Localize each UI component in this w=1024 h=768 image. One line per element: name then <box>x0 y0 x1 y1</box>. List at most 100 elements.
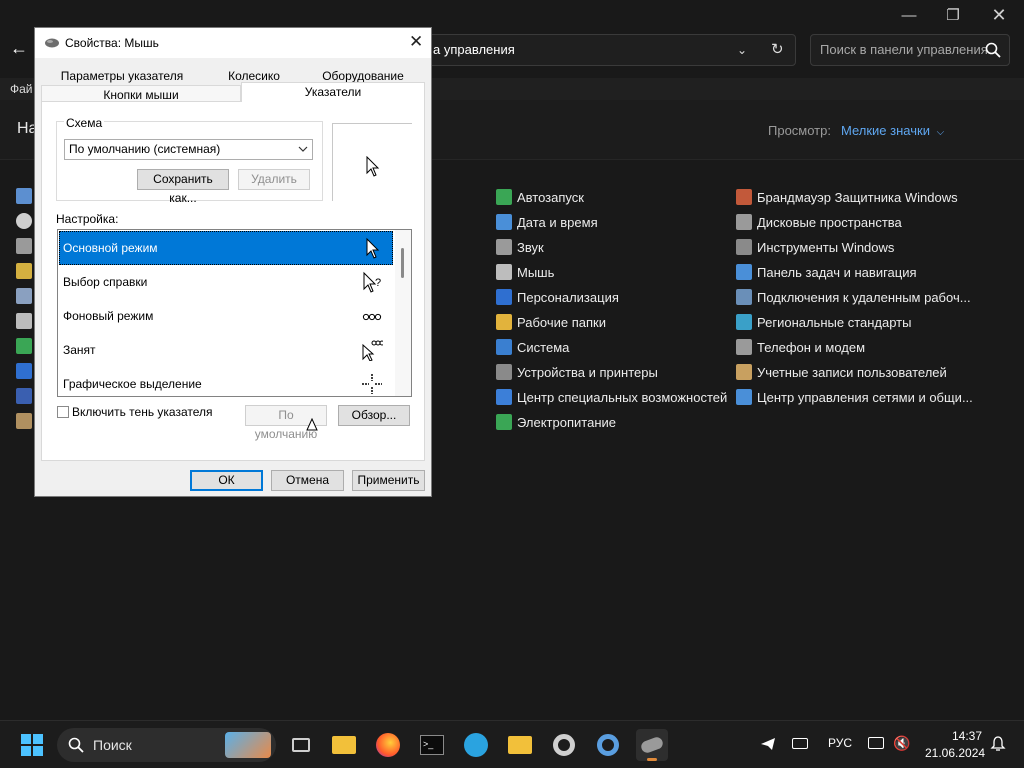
control-panel-item-label: Учетные записи пользователей <box>757 364 947 380</box>
cursor-list-item[interactable]: Основной режим <box>59 231 393 265</box>
close-window-button[interactable]: ✕ <box>976 0 1022 30</box>
cursor-list-item[interactable]: Занят <box>59 333 393 367</box>
telegram-tray-icon[interactable] <box>760 737 776 751</box>
left-item-icon[interactable] <box>16 263 32 279</box>
control-panel-item[interactable]: Панель задач и навигация <box>736 262 917 282</box>
control-panel-item[interactable]: Электропитание <box>496 412 616 432</box>
telegram-icon[interactable] <box>460 729 492 761</box>
apply-button[interactable]: Применить <box>352 470 425 491</box>
scheme-value: По умолчанию (системная) <box>69 142 221 156</box>
cursor-list-item[interactable]: Выбор справки? <box>59 265 393 299</box>
control-panel-item[interactable]: Учетные записи пользователей <box>736 362 947 382</box>
clock-icon <box>496 214 512 230</box>
control-panel-item[interactable]: Центр управления сетями и общи... <box>736 387 973 407</box>
tab-pointers[interactable]: Указатели <box>241 82 425 102</box>
control-panel-item[interactable]: Автозапуск <box>496 187 584 207</box>
control-panel-item[interactable]: Региональные стандарты <box>736 312 911 332</box>
scrollbar-thumb[interactable] <box>401 248 404 278</box>
windows-start-icon[interactable] <box>21 734 43 756</box>
control-panel-item[interactable]: Устройства и принтеры <box>496 362 658 382</box>
volume-muted-icon[interactable]: 🔇 <box>893 735 910 752</box>
cursor-list-item-label: Выбор справки <box>63 275 148 289</box>
close-icon[interactable]: ✕ <box>409 32 423 52</box>
back-arrow-icon[interactable]: ← <box>10 38 28 59</box>
clock-time[interactable]: 14:37 <box>952 729 982 743</box>
control-panel-item[interactable]: Дисковые пространства <box>736 212 902 232</box>
left-item-icon[interactable] <box>16 313 32 329</box>
scheme-dropdown[interactable]: По умолчанию (системная) <box>64 139 313 160</box>
taskbar: Поиск >_ РУС 🔇 14:37 21.06.2024 <box>0 720 1024 768</box>
control-panel-item[interactable]: Центр специальных возможностей <box>496 387 727 407</box>
shadow-checkbox[interactable] <box>57 406 69 418</box>
control-panel-item-label: Панель задач и навигация <box>757 264 917 280</box>
language-indicator[interactable]: РУС <box>828 736 852 750</box>
taskbar-search[interactable]: Поиск <box>57 728 276 762</box>
file-explorer-icon[interactable] <box>328 729 360 761</box>
mouse-icon <box>496 264 512 280</box>
network-icon <box>736 389 752 405</box>
left-item-icon[interactable] <box>16 213 32 229</box>
notification-bell-icon[interactable] <box>990 736 1006 752</box>
resize-cursor-icon <box>306 418 318 431</box>
save-as-button[interactable]: Сохранить как... <box>137 169 229 205</box>
control-panel-item[interactable]: Брандмауэр Защитника Windows <box>736 187 958 207</box>
mouse-settings-taskbar-icon[interactable] <box>636 729 668 761</box>
search-input[interactable]: Поиск в панели управления <box>810 34 1010 66</box>
terminal-icon[interactable]: >_ <box>416 729 448 761</box>
control-panel-item-label: Дата и время <box>517 214 598 230</box>
network-icon[interactable] <box>868 737 884 749</box>
tab-pointer-options[interactable]: Параметры указателя <box>47 67 197 85</box>
arrow-cursor-icon <box>366 156 380 177</box>
chevron-down-icon[interactable]: ⌄ <box>737 35 747 65</box>
refresh-icon[interactable]: ↻ <box>771 35 784 65</box>
shadow-checkbox-label: Включить тень указателя <box>72 405 213 419</box>
minimize-button[interactable]: — <box>886 0 932 30</box>
search-highlight-icon <box>225 732 271 758</box>
personalization-icon <box>496 289 512 305</box>
settings-gear-icon[interactable] <box>548 729 580 761</box>
left-item-icon[interactable] <box>16 388 32 404</box>
mouse-properties-dialog: Свойства: Мышь ✕ Параметры указателя Кол… <box>34 27 432 497</box>
left-item-icon[interactable] <box>16 363 32 379</box>
clock-date[interactable]: 21.06.2024 <box>925 746 985 760</box>
ok-button[interactable]: ОК <box>190 470 263 491</box>
chevron-down-icon: ⌵ <box>936 127 945 138</box>
remote-desktop-icon <box>736 289 752 305</box>
control-panel-item[interactable]: Рабочие папки <box>496 312 606 332</box>
control-panel-item[interactable]: Инструменты Windows <box>736 237 894 257</box>
left-item-icon[interactable] <box>16 338 32 354</box>
search-icon[interactable] <box>985 42 1001 58</box>
browse-button[interactable]: Обзор... <box>338 405 410 426</box>
left-item-icon[interactable] <box>16 413 32 429</box>
keyboard-icon[interactable] <box>792 738 808 749</box>
control-panel-item-label: Мышь <box>517 264 555 280</box>
left-item-icon[interactable] <box>16 288 32 304</box>
delete-button[interactable]: Удалить <box>238 169 310 190</box>
control-panel-item[interactable]: Телефон и модем <box>736 337 865 357</box>
control-panel-item[interactable]: Подключения к удаленным рабоч... <box>736 287 971 307</box>
cursor-list-item[interactable]: Фоновый режим <box>59 299 393 333</box>
cancel-button[interactable]: Отмена <box>271 470 344 491</box>
maximize-button[interactable]: ❐ <box>930 0 976 30</box>
firefox-icon[interactable] <box>372 729 404 761</box>
folder-icon[interactable] <box>504 729 536 761</box>
left-item-icon[interactable] <box>16 188 32 204</box>
control-panel-item[interactable]: Звук <box>496 237 544 257</box>
cursor-list-item-label: Занят <box>63 343 96 357</box>
left-item-icon[interactable] <box>16 238 32 254</box>
menu-file[interactable]: Фай <box>10 82 33 96</box>
control-panel-item-label: Электропитание <box>517 414 616 430</box>
view-mode-dropdown[interactable]: Мелкие значки ⌵ <box>841 123 944 138</box>
control-panel-item[interactable]: Мышь <box>496 262 554 282</box>
task-view-icon[interactable] <box>285 729 317 761</box>
address-bar[interactable]: а управления ⌄ ↻ <box>422 34 796 66</box>
control-panel-icon[interactable] <box>592 729 624 761</box>
cursor-list-item[interactable]: Графическое выделение <box>59 367 393 396</box>
control-panel-item[interactable]: Персонализация <box>496 287 619 307</box>
control-panel-item[interactable]: Дата и время <box>496 212 598 232</box>
cursor-list[interactable]: Основной режим Выбор справки? Фоновый режи… <box>57 229 412 397</box>
user-accounts-icon <box>736 364 752 380</box>
control-panel-item[interactable]: Система <box>496 337 569 357</box>
scrollbar[interactable] <box>395 230 411 396</box>
search-placeholder: Поиск в панели управления <box>820 42 988 57</box>
